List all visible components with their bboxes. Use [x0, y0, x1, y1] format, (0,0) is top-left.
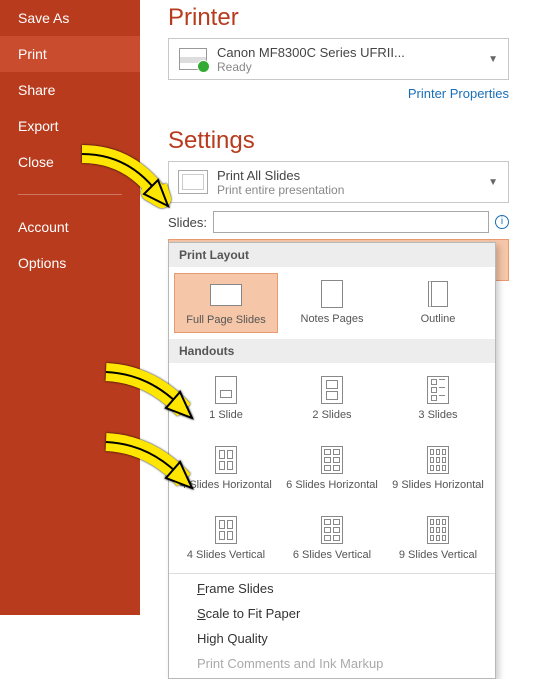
sidebar: Save As Print Share Export Close Account… [0, 0, 140, 615]
option-1-slide[interactable]: 1 Slide [174, 369, 278, 427]
option-9-slides-horizontal[interactable]: 9 Slides Horizontal [386, 439, 490, 497]
dropdown-header-handouts: Handouts [169, 339, 495, 363]
option-4-slides-vertical[interactable]: 4 Slides Vertical [174, 509, 278, 567]
option-outline[interactable]: Outline [386, 273, 490, 333]
handout-4h-icon [215, 446, 237, 474]
menu-high-quality[interactable]: High Quality [169, 626, 495, 651]
settings-title: Settings [168, 127, 509, 155]
sidebar-item-close[interactable]: Close [0, 144, 140, 180]
handout-6v-icon [321, 516, 343, 544]
menu-frame-slides[interactable]: Frame Slides [169, 576, 495, 601]
main-panel: Printer Canon MF8300C Series UFRII... Re… [140, 0, 534, 281]
slides-label: Slides: [168, 215, 207, 230]
printer-status: Ready [217, 60, 484, 74]
dropdown-header-layout: Print Layout [169, 243, 495, 267]
option-3-slides[interactable]: 3 Slides [386, 369, 490, 427]
option-6-slides-vertical[interactable]: 6 Slides Vertical [280, 509, 384, 567]
sidebar-item-share[interactable]: Share [0, 72, 140, 108]
layout-dropdown: Print Layout Full Page Slides Notes Page… [168, 242, 496, 679]
handout-2-icon [321, 376, 343, 404]
sidebar-divider [18, 194, 122, 195]
slides-input[interactable] [213, 211, 489, 233]
option-9-slides-vertical[interactable]: 9 Slides Vertical [386, 509, 490, 567]
printer-selector[interactable]: Canon MF8300C Series UFRII... Ready ▼ [168, 38, 509, 80]
print-range-selector[interactable]: Print All Slides Print entire presentati… [168, 161, 509, 203]
slides-stack-icon [175, 166, 211, 198]
handout-9v-icon [427, 516, 449, 544]
printer-name: Canon MF8300C Series UFRII... [217, 45, 484, 60]
sidebar-item-print[interactable]: Print [0, 36, 140, 72]
outline-icon [428, 281, 448, 307]
notes-page-icon [321, 280, 343, 308]
option-4-slides-horizontal[interactable]: 4 Slides Horizontal [174, 439, 278, 497]
sidebar-item-export[interactable]: Export [0, 108, 140, 144]
handout-6h-icon [321, 446, 343, 474]
option-full-page-slides[interactable]: Full Page Slides [174, 273, 278, 333]
handout-4v-icon [215, 516, 237, 544]
print-range-sub: Print entire presentation [217, 183, 484, 197]
option-6-slides-horizontal[interactable]: 6 Slides Horizontal [280, 439, 384, 497]
handout-3-icon [427, 376, 449, 404]
printer-properties-link[interactable]: Printer Properties [408, 86, 509, 101]
menu-print-comments: Print Comments and Ink Markup [169, 651, 495, 676]
chevron-down-icon[interactable]: ▼ [484, 177, 502, 188]
option-notes-pages[interactable]: Notes Pages [280, 273, 384, 333]
sidebar-item-account[interactable]: Account [0, 209, 140, 245]
printer-icon [175, 43, 211, 75]
menu-scale-to-fit[interactable]: Scale to Fit Paper [169, 601, 495, 626]
chevron-down-icon[interactable]: ▼ [484, 54, 502, 65]
printer-title: Printer [168, 4, 509, 32]
info-icon[interactable]: i [495, 215, 509, 229]
sidebar-item-options[interactable]: Options [0, 245, 140, 281]
handout-9h-icon [427, 446, 449, 474]
print-range-label: Print All Slides [217, 168, 484, 183]
full-page-icon [210, 284, 242, 306]
sidebar-item-saveas[interactable]: Save As [0, 0, 140, 36]
handout-1-icon [215, 376, 237, 404]
option-2-slides[interactable]: 2 Slides [280, 369, 384, 427]
